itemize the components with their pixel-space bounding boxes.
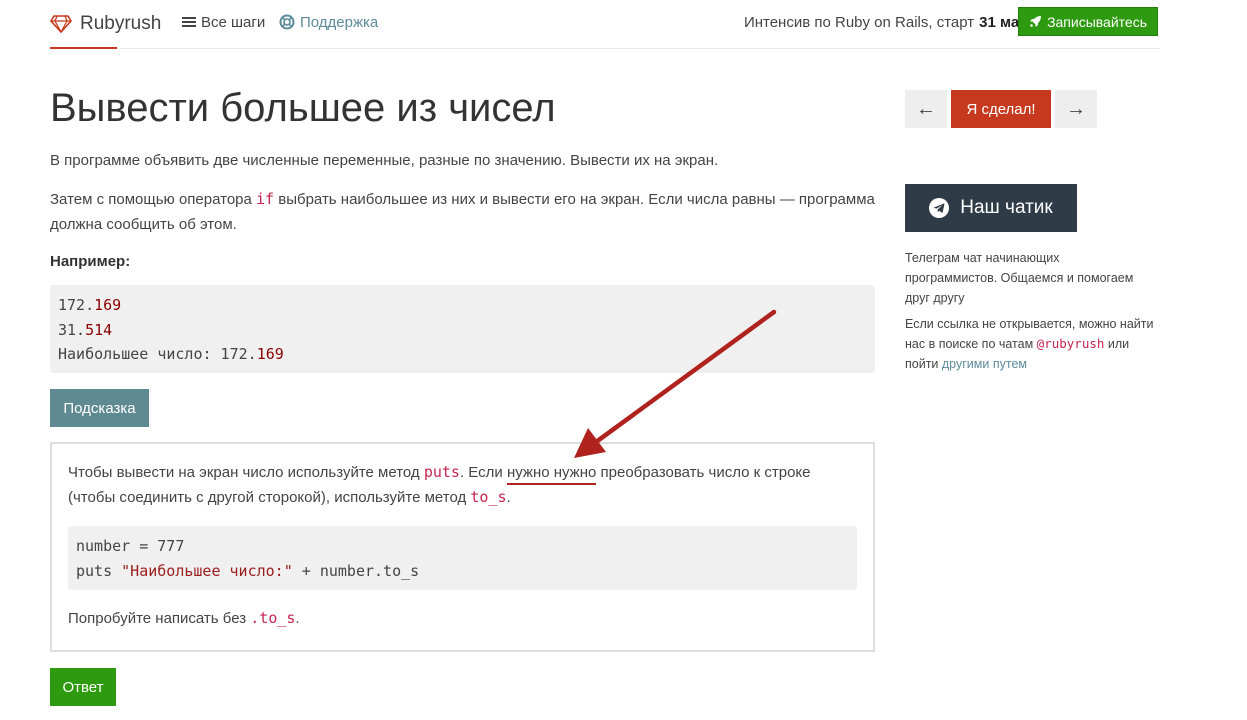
brand-link[interactable]: Rubyrush — [50, 0, 161, 48]
step-pager: ← Я сделал! → — [905, 90, 1155, 128]
task-instructions: Затем с помощью оператора if выбрать наи… — [50, 187, 875, 237]
chat-button-label: Наш чатик — [960, 197, 1053, 218]
nav-support-label: Поддержка — [300, 13, 379, 31]
example-line-3-text: Наибольшее число: 172. — [58, 345, 257, 363]
answer-button[interactable]: Ответ — [50, 668, 116, 706]
example-line: 172.169 — [58, 293, 867, 318]
menu-icon — [182, 16, 196, 28]
example-line: Наибольшее число: 172.169 — [58, 342, 867, 367]
signup-button-label: Записывайтесь — [1047, 13, 1147, 30]
code-line-2: puts "Наибольшее число:" + number.to_s — [76, 559, 849, 584]
hint-button[interactable]: Подсказка — [50, 389, 149, 427]
task-description: В программе объявить две численные перем… — [50, 152, 719, 169]
done-button[interactable]: Я сделал! — [951, 90, 1051, 128]
to-s-keyword: to_s — [470, 488, 507, 506]
nav-all-steps-label: Все шаги — [201, 13, 266, 31]
code-line-2-string: "Наибольшее число:" — [121, 561, 293, 580]
example-line-1-frac: 169 — [94, 296, 122, 314]
code-line-2-call: puts — [76, 561, 122, 580]
prev-step-button[interactable]: ← — [905, 90, 947, 128]
promo-banner: Интенсив по Ruby on Rails, старт 31 мая — [744, 0, 1028, 44]
example-output-block: 172.169 31.514 Наибольшее число: 172.169 — [50, 285, 875, 373]
code-line-2-rest: + number.to_s — [292, 561, 420, 580]
next-step-button[interactable]: → — [1055, 90, 1097, 128]
annotated-phrase: нужно нужно — [506, 464, 597, 485]
other-ways-link[interactable]: другими путем — [942, 357, 1027, 371]
to-s-keyword: .to_s — [250, 609, 296, 627]
sidebar: ← Я сделал! → Наш чатик Телеграм чат нач… — [905, 90, 1155, 374]
top-navbar: Rubyrush Все шаги Поддержка Интенсив по … — [50, 0, 1160, 49]
instructions-text-before: Затем с помощью оператора — [50, 191, 257, 208]
example-line: 31.514 — [58, 318, 867, 343]
hint-code-block: number = 777 puts "Наибольшее число:" + … — [68, 526, 857, 590]
example-line-3-frac: 169 — [256, 345, 284, 363]
hint-footer-end: . — [295, 610, 300, 627]
if-keyword: if — [256, 190, 275, 208]
chat-button[interactable]: Наш чатик — [905, 184, 1077, 232]
hint-footer-text: Попробуйте написать без — [68, 610, 251, 627]
brand-underline — [50, 47, 117, 49]
code-line-1: number = 777 — [76, 537, 185, 555]
example-line-2-int: 31. — [58, 320, 86, 339]
page-title: Вывести большее из чисел — [50, 86, 556, 130]
nav-all-steps[interactable]: Все шаги — [182, 0, 265, 44]
example-line-1-int: 172. — [58, 296, 95, 314]
puts-keyword: puts — [423, 463, 460, 481]
example-label: Например: — [50, 253, 131, 270]
task-content: Вывести большее из чисел В программе объ… — [50, 60, 875, 706]
chat-alternative: Если ссылка не открывается, можно найти … — [905, 314, 1155, 374]
chat-handle: @rubyrush — [1036, 336, 1105, 351]
telegram-icon — [929, 198, 950, 218]
hint-footer: Попробуйте написать без .to_s. — [68, 606, 857, 631]
promo-text: Интенсив по Ruby on Rails, старт — [743, 13, 975, 31]
ruby-logo-icon — [50, 15, 72, 33]
nav-support[interactable]: Поддержка — [279, 0, 378, 44]
signup-button[interactable]: Записывайтесь — [1018, 7, 1158, 36]
chat-description: Телеграм чат начинающих программистов. О… — [905, 251, 1134, 305]
hint-text-4: . — [506, 489, 511, 506]
rocket-icon — [1029, 15, 1042, 28]
hint-panel: Чтобы вывести на экран число используйте… — [50, 442, 875, 652]
hint-text-2: . Если — [459, 464, 507, 481]
example-line-2-frac: 514 — [85, 320, 113, 339]
hint-text: Чтобы вывести на экран число используйте… — [68, 460, 857, 510]
hint-text-1: Чтобы вывести на экран число используйте… — [68, 464, 424, 481]
brand-name: Rubyrush — [80, 13, 162, 34]
lifebuoy-icon — [279, 14, 295, 30]
